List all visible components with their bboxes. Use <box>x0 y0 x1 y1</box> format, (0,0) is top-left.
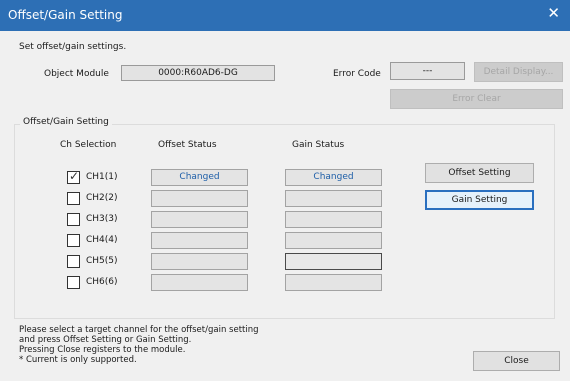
object-module-label: Object Module <box>44 69 109 79</box>
ch6-offset-status <box>151 274 248 291</box>
close-button[interactable]: Close <box>473 351 560 371</box>
ch1-checkbox[interactable]: ✓ <box>67 169 80 184</box>
instruction-line-2: and press Offset Setting or Gain Setting… <box>19 335 192 345</box>
instruction-line-4: * Current is only supported. <box>19 355 137 365</box>
ch2-checkbox[interactable] <box>67 192 80 205</box>
ch1-offset-status: Changed <box>151 169 248 186</box>
ch4-checkbox[interactable] <box>67 234 80 247</box>
checkmark-icon: ✓ <box>69 169 80 183</box>
ch4-gain-status <box>285 232 382 249</box>
ch5-offset-status <box>151 253 248 270</box>
ch2-label: CH2(2) <box>86 193 118 203</box>
gain-setting-button[interactable]: Gain Setting <box>425 190 534 210</box>
ch3-checkbox[interactable] <box>67 213 80 226</box>
col-gain-status: Gain Status <box>292 140 345 150</box>
ch4-offset-status <box>151 232 248 249</box>
detail-display-button[interactable]: Detail Display... <box>474 62 563 82</box>
window-title: Offset/Gain Setting <box>8 8 123 22</box>
ch3-offset-status <box>151 211 248 228</box>
ch5-checkbox[interactable] <box>67 255 80 268</box>
dialog-body: Set offset/gain settings. Object Module … <box>0 31 570 381</box>
instruction-text: Please select a target channel for the o… <box>19 325 259 365</box>
ch1-gain-status: Changed <box>285 169 382 186</box>
col-ch-selection: Ch Selection <box>60 140 117 150</box>
ch5-gain-status <box>285 253 382 270</box>
close-icon[interactable]: ✕ <box>547 6 560 21</box>
ch6-label: CH6(6) <box>86 277 118 287</box>
ch5-label: CH5(5) <box>86 256 118 266</box>
ch2-gain-status <box>285 190 382 207</box>
ch3-label: CH3(3) <box>86 214 118 224</box>
ch6-checkbox[interactable] <box>67 276 80 289</box>
col-offset-status: Offset Status <box>158 140 217 150</box>
ch6-gain-status <box>285 274 382 291</box>
group-title: Offset/Gain Setting <box>20 117 112 127</box>
instruction-line-1: Please select a target channel for the o… <box>19 325 259 335</box>
error-code-value: --- <box>390 62 465 80</box>
error-code-label: Error Code <box>333 69 381 79</box>
offset-setting-button[interactable]: Offset Setting <box>425 163 534 183</box>
title-bar: Offset/Gain Setting ✕ <box>0 0 570 31</box>
instruction-line-3: Pressing Close registers to the module. <box>19 345 186 355</box>
object-module-value: 0000:R60AD6-DG <box>121 65 275 81</box>
intro-text: Set offset/gain settings. <box>19 42 127 52</box>
ch4-label: CH4(4) <box>86 235 118 245</box>
error-clear-button[interactable]: Error Clear <box>390 89 563 109</box>
ch2-offset-status <box>151 190 248 207</box>
ch1-label: CH1(1) <box>86 172 118 182</box>
ch3-gain-status <box>285 211 382 228</box>
